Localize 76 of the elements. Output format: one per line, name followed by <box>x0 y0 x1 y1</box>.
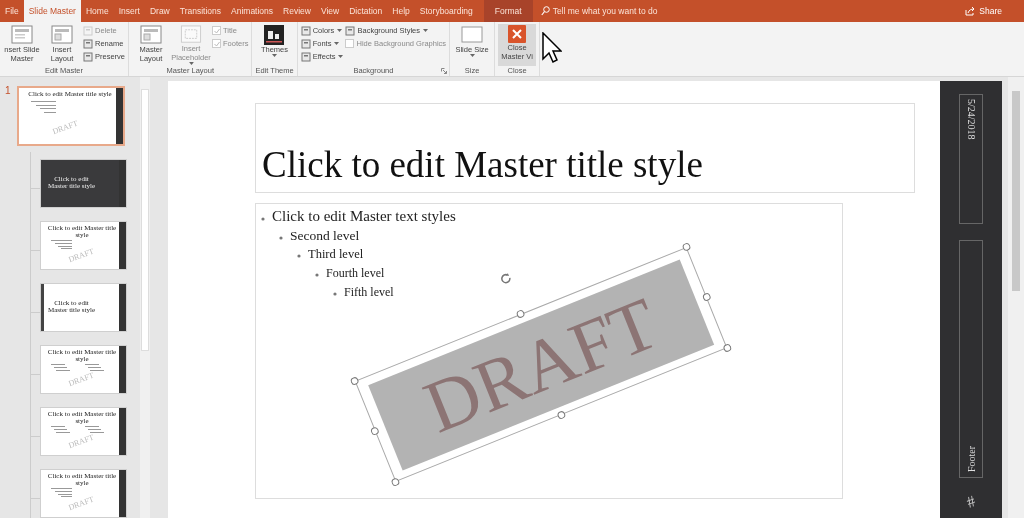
slide-number: 1 <box>5 85 11 96</box>
text-line <box>85 425 99 427</box>
checkbox-icon <box>212 26 221 35</box>
ribbon-tab[interactable]: View <box>315 0 345 22</box>
accent-bar <box>41 284 44 331</box>
scrollbar-thumb[interactable] <box>1012 91 1020 291</box>
text-line <box>51 363 65 365</box>
slide-icon <box>11 25 33 45</box>
bullet-text: Third level <box>308 246 364 263</box>
bullet-text: Fourth level <box>326 265 385 282</box>
command-icon <box>83 25 93 36</box>
checkbox-icon <box>345 39 355 48</box>
bullet-icon <box>333 292 337 296</box>
placeholder-icon <box>180 25 202 45</box>
bullet-icon <box>297 254 301 258</box>
slide-size-icon <box>461 25 484 45</box>
side-band <box>119 346 126 393</box>
text-line <box>85 363 99 365</box>
command-icon <box>300 51 311 62</box>
layout-icon <box>51 25 73 45</box>
close-icon <box>508 25 527 43</box>
side-band <box>119 470 126 517</box>
command-icon <box>345 25 356 36</box>
slide-number-text: # <box>964 493 978 511</box>
slide-title: Click to edit Master title style <box>262 143 703 186</box>
side-band <box>119 284 126 331</box>
command-icon <box>300 25 311 36</box>
search-field[interactable]: Tell me what you want to do <box>540 0 658 22</box>
scrollbar-thumb[interactable] <box>141 89 149 351</box>
search-icon <box>540 6 550 16</box>
date-text: 5/24/2018 <box>965 99 977 140</box>
dialog-launcher-icon[interactable] <box>441 68 448 74</box>
bullet-text: Click to edit Master text styles <box>272 207 456 226</box>
caret-icon <box>338 55 344 58</box>
bullet-text: Second level <box>290 227 360 245</box>
caret-icon <box>337 29 343 32</box>
caret-icon <box>423 29 428 32</box>
ribbon-tab[interactable]: Insert <box>113 0 145 22</box>
side-band <box>116 88 123 144</box>
ribbon-tab[interactable]: Home <box>80 0 114 22</box>
ribbon-tab[interactable]: Transitions <box>174 0 226 22</box>
share-icon <box>965 6 976 16</box>
command-icon <box>300 38 311 49</box>
bullet-text: Fifth level <box>344 284 394 301</box>
command-icon <box>83 38 93 49</box>
bullet-icon <box>315 273 319 277</box>
layout-icon <box>140 25 162 45</box>
side-band <box>119 160 126 207</box>
caret-icon <box>334 42 340 45</box>
text-line <box>51 425 65 427</box>
ribbon-tab[interactable]: Storyboarding <box>414 0 478 22</box>
cursor-icon <box>542 32 562 64</box>
caret-icon <box>272 54 278 57</box>
ribbon-tab[interactable]: Slide Master <box>23 0 81 22</box>
rotate-handle-icon[interactable] <box>498 271 513 286</box>
command-icon <box>83 51 93 62</box>
ribbon-tab[interactable]: File <box>0 0 24 22</box>
side-band <box>119 408 126 455</box>
checkbox-icon <box>212 39 221 48</box>
share-button[interactable]: Share <box>965 0 1024 22</box>
ribbon-tab[interactable]: Review <box>278 0 316 22</box>
bullet-icon <box>279 236 283 240</box>
ribbon-tab[interactable]: Draw <box>144 0 175 22</box>
date-placeholder[interactable]: 5/24/2018 <box>959 94 983 224</box>
ribbon-tab[interactable]: Help <box>387 0 415 22</box>
footer-placeholder[interactable]: Footer <box>959 240 983 478</box>
ribbon-tab[interactable]: Dictation <box>344 0 388 22</box>
ribbon-tab[interactable]: Animations <box>226 0 279 22</box>
bullet-icon <box>261 217 265 221</box>
side-band <box>119 222 126 269</box>
themes-icon <box>264 25 285 45</box>
ribbon-tab[interactable]: Format <box>483 0 533 22</box>
footer-text: Footer <box>965 445 977 472</box>
caret-icon <box>470 54 476 57</box>
title-placeholder[interactable]: Click to edit Master title style <box>255 103 915 193</box>
caret-icon <box>189 62 194 65</box>
